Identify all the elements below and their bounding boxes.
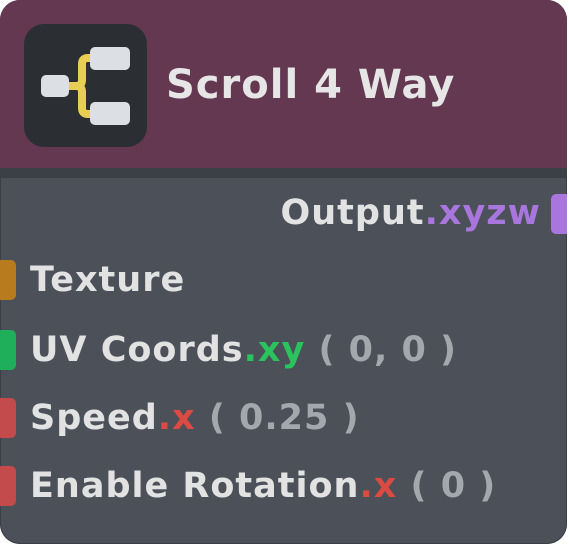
- speed-swizzle: .x: [157, 398, 196, 438]
- enable-rotation-default[interactable]: ( 0 ): [397, 466, 496, 506]
- uv-coords-port-connector[interactable]: [0, 330, 16, 370]
- speed-default[interactable]: ( 0.25 ): [196, 398, 360, 438]
- speed-port-label: Speed.x ( 0.25 ): [30, 396, 360, 440]
- enable-rotation-name: Enable Rotation: [30, 466, 360, 506]
- texture-name: Texture: [30, 260, 186, 300]
- uv-coords-default[interactable]: ( 0, 0 ): [305, 330, 457, 370]
- node-title: Scroll 4 Way: [166, 62, 456, 108]
- output-port-label: Output.xyzw: [280, 191, 541, 235]
- output-port-connector[interactable]: [551, 194, 567, 234]
- output-name: Output: [280, 193, 425, 233]
- speed-name: Speed: [30, 398, 158, 438]
- texture-port-label: Texture: [30, 258, 185, 302]
- speed-port-connector[interactable]: [0, 398, 16, 438]
- enable-rotation-swizzle: .x: [359, 466, 398, 506]
- branch-connector-icon: [41, 47, 130, 125]
- node-icon-box: [24, 24, 147, 147]
- node-header[interactable]: Scroll 4 Way: [0, 0, 567, 168]
- enable-rotation-port-label: Enable Rotation.x ( 0 ): [30, 464, 496, 508]
- enable-rotation-port-connector[interactable]: [0, 466, 16, 506]
- uv-coords-name: UV Coords: [30, 330, 244, 370]
- uv-coords-swizzle: .xy: [243, 330, 306, 370]
- output-swizzle: .xyzw: [424, 193, 541, 233]
- uv-coords-port-label: UV Coords.xy ( 0, 0 ): [30, 328, 457, 372]
- shader-node[interactable]: Scroll 4 Way Output.xyzw Texture UV Coor…: [0, 0, 567, 544]
- texture-port-connector[interactable]: [0, 260, 16, 300]
- header-divider: [0, 168, 567, 178]
